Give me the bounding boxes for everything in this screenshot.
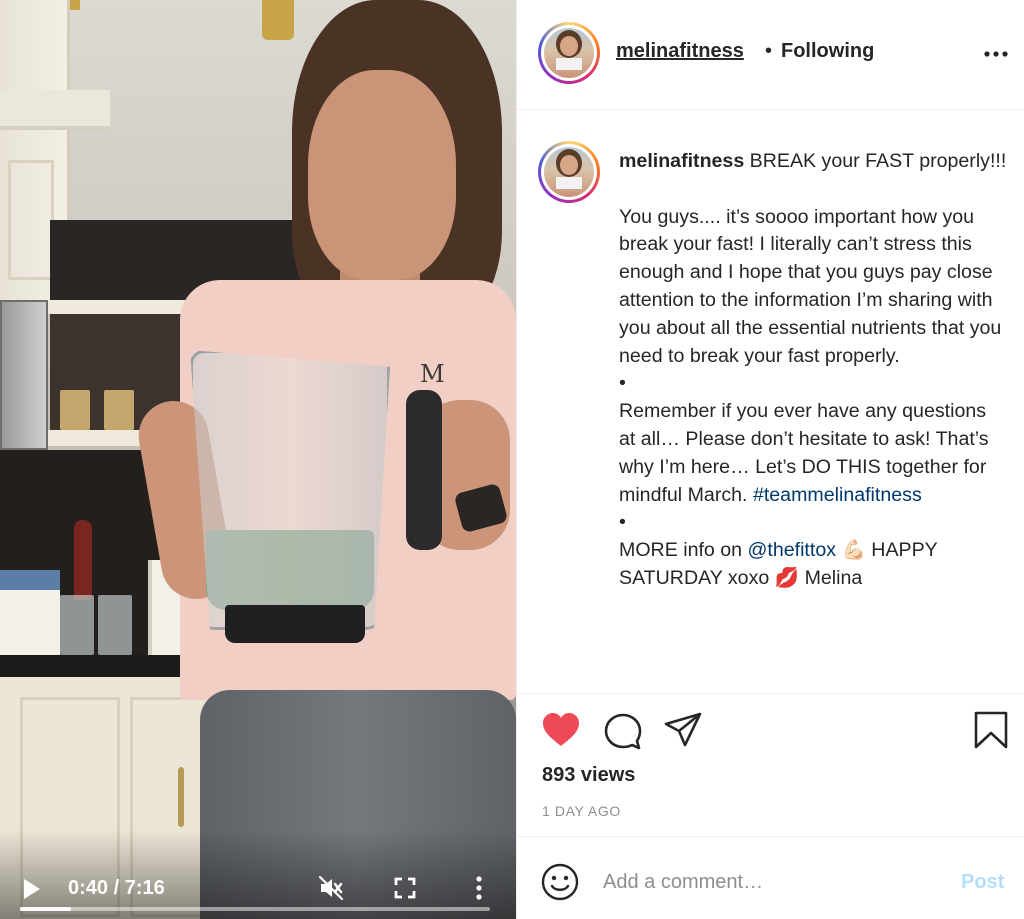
fullscreen-button[interactable]: [393, 876, 417, 900]
caption-paragraph-1: You guys.... it’s soooo important how yo…: [619, 205, 1007, 367]
more-horizontal-icon: [984, 51, 1008, 57]
video-controls: 0:40 / 7:16: [0, 829, 516, 919]
post-actions: 893 views 1 DAY AGO: [517, 693, 1024, 836]
emoji-icon: [541, 863, 579, 901]
emoji-button[interactable]: [541, 863, 579, 901]
shirt-print: M: [420, 360, 445, 388]
post-header: melinafitness • Following: [517, 0, 1024, 110]
caption-paragraph-3-suffix: Melina: [799, 566, 863, 589]
comment-composer: Post: [517, 836, 1024, 919]
play-icon: [24, 879, 40, 899]
comment-input[interactable]: [603, 865, 943, 899]
video-progress-fill: [20, 907, 72, 911]
video-player[interactable]: M 0:40 / 7:16: [0, 0, 516, 919]
header-username-link[interactable]: melinafitness: [616, 40, 744, 63]
mute-icon: [318, 875, 344, 901]
kiss-emoji: 💋: [774, 566, 800, 589]
post-timestamp[interactable]: 1 DAY AGO: [542, 803, 621, 819]
following-button[interactable]: Following: [781, 40, 874, 63]
post-caption: melinafitness BREAK your FAST properly!!…: [619, 148, 1007, 593]
comment-button[interactable]: [603, 711, 643, 751]
caption-paragraph-3-prefix: MORE info on: [619, 539, 748, 562]
follow-separator: •: [765, 40, 773, 62]
mute-button[interactable]: [318, 875, 344, 901]
post-sidebar: melinafitness • Following melinafitness …: [516, 0, 1024, 919]
post-options-button[interactable]: [983, 44, 1009, 64]
video-time: 0:40 / 7:16: [68, 877, 165, 899]
post-comment-button[interactable]: Post: [961, 871, 1004, 894]
bookmark-icon: [974, 711, 1008, 749]
caption-avatar[interactable]: [538, 141, 600, 203]
comment-icon: [604, 713, 642, 750]
share-button[interactable]: [663, 711, 703, 749]
caption-bullet-2: •: [619, 511, 626, 534]
views-count[interactable]: 893 views: [542, 764, 635, 787]
caption-bullet-1: •: [619, 372, 626, 395]
video-progress-bar[interactable]: [20, 907, 490, 911]
caption-headline: BREAK your FAST properly!!!: [744, 150, 1007, 172]
fullscreen-icon: [394, 877, 416, 899]
hashtag-link[interactable]: #teammelinafitness: [753, 484, 922, 506]
like-button[interactable]: [541, 712, 581, 748]
save-button[interactable]: [973, 710, 1009, 750]
caption-section: melinafitness BREAK your FAST properly!!…: [517, 111, 1024, 693]
blender: [170, 330, 442, 660]
caption-username-link[interactable]: melinafitness: [619, 150, 744, 172]
mention-link[interactable]: @thefittox: [748, 539, 837, 561]
play-button[interactable]: [22, 878, 42, 900]
more-vertical-icon: [476, 876, 482, 900]
share-icon: [664, 712, 702, 747]
avatar[interactable]: [538, 22, 600, 84]
heart-icon: [543, 713, 579, 746]
video-frame: M: [0, 0, 516, 919]
video-options-button[interactable]: [470, 875, 488, 901]
